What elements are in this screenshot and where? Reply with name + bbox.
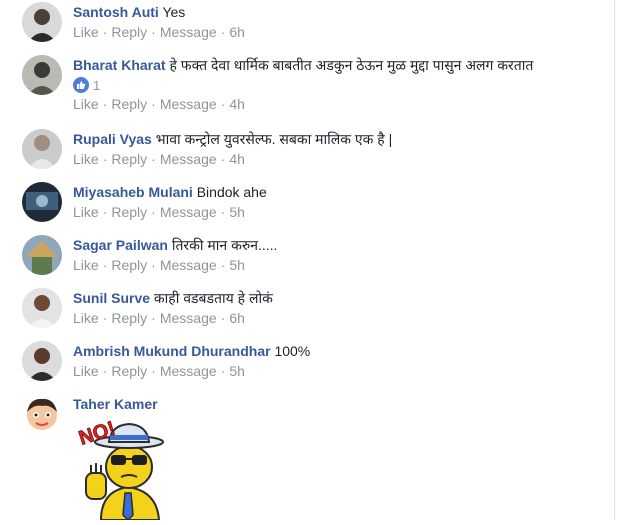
action-separator: ·	[102, 24, 108, 40]
reply-link[interactable]: Reply	[111, 257, 147, 273]
message-link[interactable]: Message	[160, 204, 217, 220]
divider	[614, 0, 615, 520]
like-link[interactable]: Like	[73, 310, 99, 326]
action-separator: ·	[220, 257, 226, 273]
message-link[interactable]: Message	[160, 257, 217, 273]
comment-author[interactable]: Taher Kamer	[73, 396, 158, 412]
like-link[interactable]: Like	[73, 204, 99, 220]
action-separator: ·	[102, 363, 108, 379]
comment-timestamp[interactable]: 5h	[229, 204, 245, 220]
comment-author[interactable]: Rupali Vyas	[73, 131, 152, 147]
action-separator: ·	[220, 204, 226, 220]
action-separator: ·	[151, 257, 156, 273]
action-separator: ·	[102, 151, 108, 167]
action-separator: ·	[151, 310, 156, 326]
comment-author[interactable]: Sunil Surve	[73, 290, 150, 306]
comment-text: Bindok ahe	[196, 184, 267, 200]
message-link[interactable]: Message	[160, 310, 217, 326]
comment-timestamp[interactable]: 5h	[229, 363, 245, 379]
action-separator: ·	[102, 257, 108, 273]
comment-text: हे फक्त देवा धार्मिक बाबतीत अडकुन ठेऊन म…	[169, 57, 534, 73]
action-separator: ·	[151, 24, 156, 40]
reaction-count: 1	[93, 77, 101, 93]
reply-link[interactable]: Reply	[111, 151, 147, 167]
comment-author[interactable]: Sagar Pailwan	[73, 237, 168, 253]
avatar[interactable]	[22, 288, 62, 328]
reply-link[interactable]: Reply	[111, 310, 147, 326]
action-separator: ·	[102, 96, 108, 112]
avatar[interactable]	[22, 129, 62, 169]
action-separator: ·	[102, 310, 108, 326]
comment-text: 100%	[274, 343, 311, 359]
comment-timestamp[interactable]: 6h	[229, 310, 245, 326]
like-link[interactable]: Like	[73, 363, 99, 379]
action-separator: ·	[220, 24, 226, 40]
comment-author[interactable]: Ambrish Mukund Dhurandhar	[73, 343, 271, 359]
avatar[interactable]	[22, 2, 62, 42]
like-link[interactable]: Like	[73, 24, 99, 40]
action-separator: ·	[151, 151, 156, 167]
no-sticker[interactable]: NO!	[73, 415, 183, 522]
comment-text: तिरकी मान करुन.....	[171, 237, 278, 253]
action-separator: ·	[220, 310, 226, 326]
no-sticker-icon: NO!	[76, 417, 164, 522]
like-link[interactable]: Like	[73, 257, 99, 273]
avatar[interactable]	[22, 182, 62, 222]
comment-text: भावा कन्ट्रोल युवरसेल्फ. सबका मालिक एक ह…	[155, 131, 393, 147]
reply-link[interactable]: Reply	[111, 96, 147, 112]
comment-author[interactable]: Bharat Kharat	[73, 57, 166, 73]
comment-timestamp[interactable]: 4h	[229, 151, 245, 167]
reply-link[interactable]: Reply	[111, 363, 147, 379]
avatar[interactable]	[22, 235, 62, 275]
like-link[interactable]: Like	[73, 151, 99, 167]
reply-link[interactable]: Reply	[111, 204, 147, 220]
avatar[interactable]	[22, 55, 62, 95]
comment-timestamp[interactable]: 4h	[229, 96, 245, 112]
like-link[interactable]: Like	[73, 96, 99, 112]
comment-text: Yes	[162, 4, 186, 20]
action-separator: ·	[102, 204, 108, 220]
comment-timestamp[interactable]: 6h	[229, 24, 245, 40]
message-link[interactable]: Message	[160, 363, 217, 379]
avatar[interactable]	[22, 341, 62, 381]
comment-timestamp[interactable]: 5h	[229, 257, 245, 273]
message-link[interactable]: Message	[160, 151, 217, 167]
action-separator: ·	[220, 96, 226, 112]
comment-author[interactable]: Miyasaheb Mulani	[73, 184, 193, 200]
message-link[interactable]: Message	[160, 96, 217, 112]
comment-author[interactable]: Santosh Auti	[73, 4, 159, 20]
message-link[interactable]: Message	[160, 24, 217, 40]
action-separator: ·	[151, 96, 156, 112]
reaction-summary[interactable]: 1	[73, 76, 614, 94]
action-separator: ·	[220, 151, 226, 167]
cartoon-avatar[interactable]	[22, 394, 62, 434]
action-separator: ·	[151, 363, 156, 379]
action-separator: ·	[151, 204, 156, 220]
action-separator: ·	[220, 363, 226, 379]
reply-link[interactable]: Reply	[111, 24, 147, 40]
thumbs-up-icon	[73, 77, 89, 93]
comment-text: काही वडबडताय हे लोकं	[153, 290, 273, 306]
